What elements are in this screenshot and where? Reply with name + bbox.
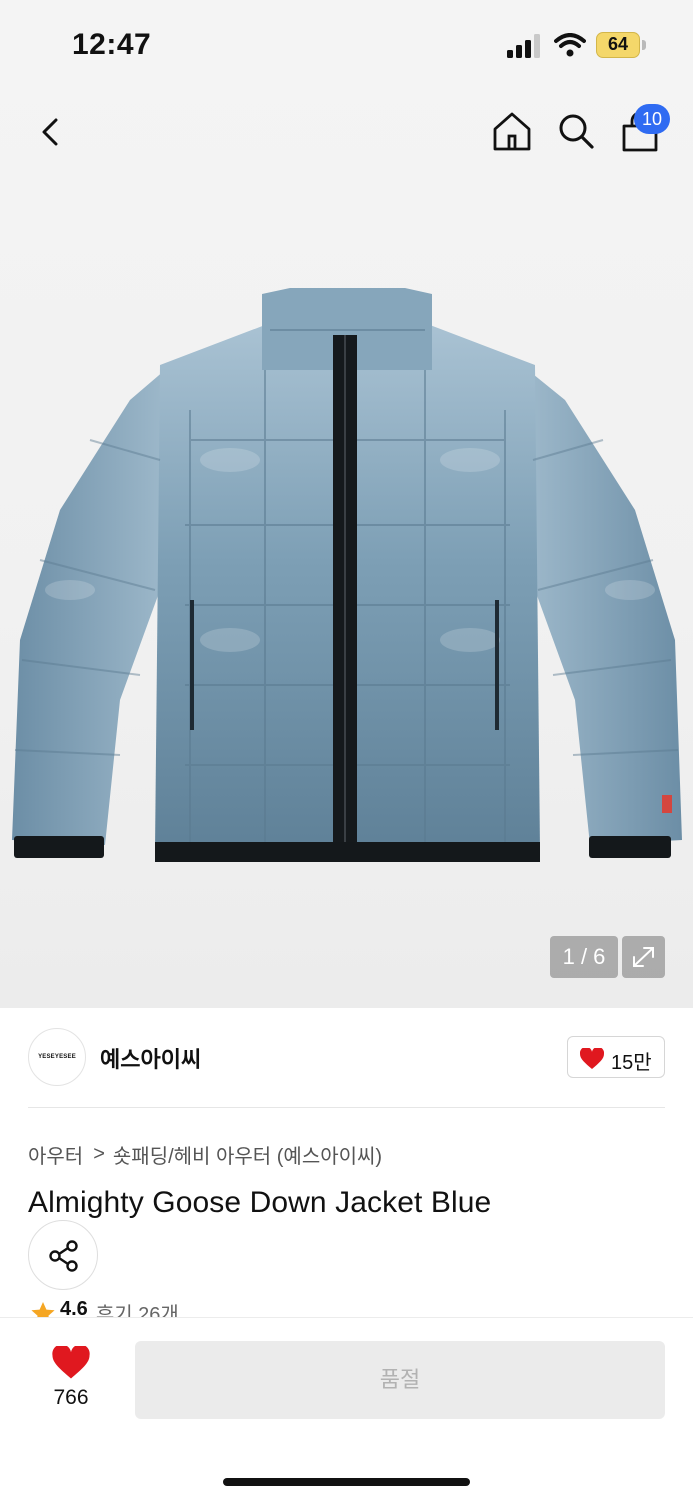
breadcrumb-level1[interactable]: 아우터 — [28, 1140, 83, 1169]
heart-icon — [580, 1048, 604, 1069]
product-title: Almighty Goose Down Jacket Blue — [28, 1186, 492, 1219]
brand-like-button[interactable]: 15만 — [567, 1036, 665, 1078]
heart-icon — [52, 1346, 90, 1379]
brand-logo[interactable]: YESEYESEE — [28, 1028, 86, 1086]
product-gallery[interactable]: 12:47 64 10 1 / 6 — [0, 0, 693, 1008]
back-icon[interactable] — [30, 108, 70, 156]
expand-icon[interactable] — [622, 936, 665, 978]
breadcrumb-level2[interactable]: 숏패딩/헤비 아우터 (예스아이씨) — [113, 1140, 382, 1169]
status-bar: 12:47 64 — [0, 0, 693, 90]
share-icon — [49, 1240, 78, 1272]
product-image[interactable] — [0, 260, 693, 880]
cart-count-badge: 10 — [634, 104, 670, 134]
brand-name[interactable]: 예스아이씨 — [100, 1042, 201, 1074]
brand-logo-text: YESEYESEE — [38, 1054, 76, 1060]
bottom-action-bar: 766 품절 — [0, 1317, 693, 1500]
status-time: 12:47 — [72, 28, 152, 61]
gallery-page-indicator: 1 / 6 — [550, 936, 618, 978]
home-indicator — [223, 1478, 470, 1486]
brand-like-count: 15만 — [611, 1052, 652, 1074]
divider — [28, 1107, 665, 1108]
breadcrumb: 아우터 > 숏패딩/헤비 아우터 (예스아이씨) — [28, 1140, 382, 1169]
top-nav — [0, 100, 693, 164]
battery-icon: 64 — [596, 32, 646, 60]
wishlist-count: 766 — [53, 1386, 89, 1409]
share-button[interactable] — [28, 1220, 98, 1290]
signal-icon — [507, 34, 540, 58]
home-icon[interactable] — [490, 108, 534, 156]
breadcrumb-separator: > — [93, 1143, 105, 1165]
wifi-icon — [554, 33, 586, 57]
wishlist-button[interactable]: 766 — [40, 1346, 102, 1412]
brand-row[interactable]: YESEYESEE 예스아이씨 15만 — [28, 1028, 665, 1088]
battery-level: 64 — [607, 34, 629, 54]
sold-out-button: 품절 — [135, 1341, 665, 1419]
search-icon[interactable] — [554, 108, 598, 156]
